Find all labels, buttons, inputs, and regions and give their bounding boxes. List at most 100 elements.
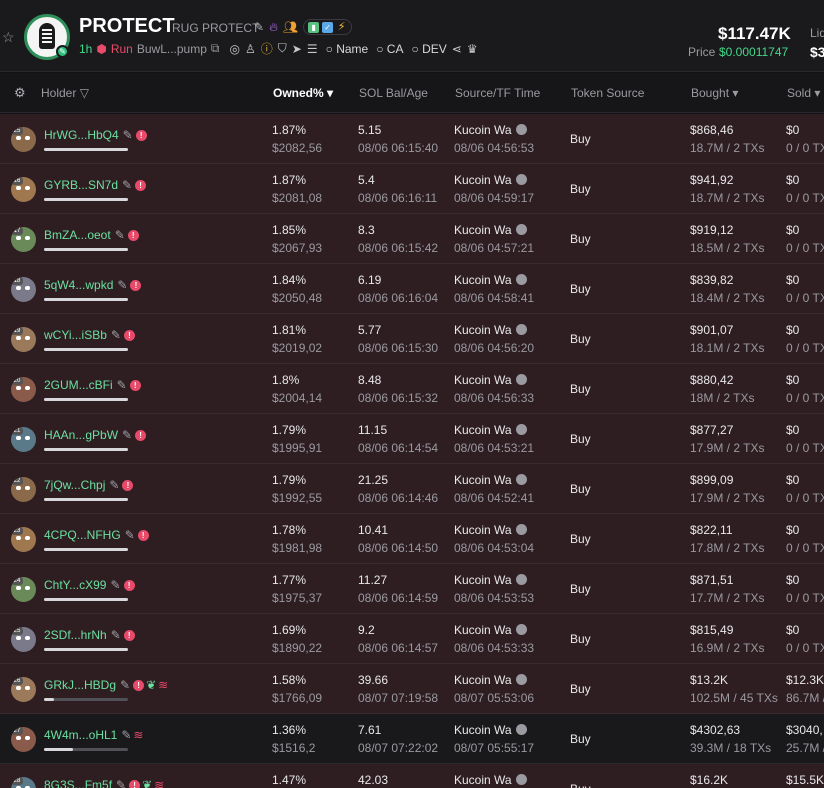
search-ca-link[interactable]: ○ CA [376, 42, 403, 56]
avatar[interactable]: 16 [11, 177, 36, 202]
table-row[interactable]: 23 4CPQ...NFHG ✎! 1.78% $1981,98 10.41 08/06 0… [0, 514, 824, 564]
column-source[interactable]: Source/TF Time [455, 86, 540, 100]
telegram-icon[interactable]: ➤ [292, 42, 302, 56]
source[interactable]: Kucoin Wa [454, 773, 527, 787]
source[interactable]: Kucoin Wa [454, 373, 527, 387]
edit-icon[interactable]: ✎ [109, 478, 119, 492]
edit-icon[interactable]: ✎ [122, 428, 132, 442]
search-name-link[interactable]: ○ Name [326, 42, 369, 56]
search-dev-link[interactable]: ○ DEV [411, 42, 446, 56]
table-row[interactable]: 16 GYRB...SN7d ✎! 1.87% $2081,08 5.4 08/06 06:… [0, 164, 824, 214]
edit-icon[interactable]: ✎ [117, 378, 127, 392]
user-icon[interactable]: ♙ [245, 42, 256, 56]
contract-address[interactable]: BuwL...pump [137, 42, 207, 56]
sliders-icon[interactable]: ⚙ [14, 85, 26, 101]
globe-icon[interactable]: ◎ [229, 42, 239, 56]
avatar[interactable]: 25 [11, 627, 36, 652]
table-row[interactable]: 288G3S...Fm5f✎!❦≋1.47%$1639,842.0308/07 … [0, 764, 824, 788]
edit-icon[interactable]: ✎ [123, 128, 133, 142]
holder-address[interactable]: ChtY...cX99 ✎! [44, 578, 135, 592]
source[interactable]: Kucoin Wa [454, 723, 527, 737]
source[interactable]: Kucoin Wa [454, 523, 527, 537]
holder-address[interactable]: 2SDf...hrNh ✎! [44, 628, 135, 642]
column-sold[interactable]: Sold ▾ [787, 86, 820, 100]
avatar[interactable]: 25 [11, 127, 36, 152]
website-link-icon[interactable]: ▮ [308, 21, 320, 33]
edit-icon[interactable]: ✎ [121, 728, 131, 742]
source[interactable]: Kucoin Wa [454, 573, 527, 587]
avatar[interactable]: 17 [11, 227, 36, 252]
crown-icon[interactable]: ♛ [467, 42, 478, 56]
avatar[interactable]: 21 [11, 427, 36, 452]
edit-icon[interactable]: ✎ [254, 20, 264, 34]
warning-icon[interactable]: ⓘ [261, 40, 273, 57]
table-row[interactable]: 27 4W4m...oHL1 ✎ ≋ 1.36% $1516,2 7.61 08/07 07:… [0, 714, 824, 764]
share-icon[interactable]: ⋖ [452, 42, 462, 56]
table-row[interactable]: 18 5qW4...wpkd ✎! 1.84% $2050,48 6.19 08/06 06… [0, 264, 824, 314]
holder-address-label: GRkJ...HBDg [44, 678, 117, 692]
edit-icon[interactable]: ✎ [116, 778, 126, 788]
column-token-source[interactable]: Token Source [571, 86, 644, 100]
avatar[interactable]: 24 [11, 577, 36, 602]
column-holder[interactable]: Holder ▽ [41, 86, 89, 100]
source[interactable]: Kucoin Wa [454, 323, 527, 337]
lightning-icon[interactable]: ⚡︎ [336, 21, 347, 33]
twitter-link-icon[interactable]: ✓ [322, 21, 334, 33]
table-row[interactable]: 20 2GUM...cBFi ✎! 1.8% $2004,14 8.48 08/06 06:… [0, 364, 824, 414]
avatar[interactable]: 26 [11, 677, 36, 702]
avatar[interactable]: 20 [11, 377, 36, 402]
column-sol-bal[interactable]: SOL Bal/Age [359, 86, 428, 100]
holder-address[interactable]: BmZA...oeot ✎! [44, 228, 139, 242]
holder-address[interactable]: 8G3S...Fm5f ✎! ❦ ≋ [44, 778, 164, 788]
table-row[interactable]: 22 7jQw...Chpj ✎! 1.79% $1992,55 21.25 08/06 0… [0, 464, 824, 514]
source[interactable]: Kucoin Wa [454, 623, 527, 637]
table-row[interactable]: 24 ChtY...cX99 ✎! 1.77% $1975,37 11.27 08/06 0… [0, 564, 824, 614]
sol-age: 08/06 06:15:32 [358, 391, 439, 405]
edit-icon[interactable]: ✎ [122, 178, 132, 192]
edit-icon[interactable]: ✎ [117, 278, 127, 292]
filter-funnel-icon[interactable]: ▽ [80, 86, 89, 100]
holder-address[interactable]: HrWG...HbQ4 ✎! [44, 128, 147, 142]
edit-icon[interactable]: ✎ [110, 578, 120, 592]
holder-address[interactable]: wCYi...iSBb ✎! [44, 328, 135, 342]
source[interactable]: Kucoin Wa [454, 673, 527, 687]
token-header: ☆ ✎ PROTECT RUG PROTECT ✎ 🔥︎ 👥︎ ▮ ✓ ⚡︎ 1… [0, 0, 824, 72]
copy-icon[interactable]: ⧉ [211, 41, 220, 56]
avatar[interactable]: 23 [11, 527, 36, 552]
holder-address[interactable]: 7jQw...Chpj ✎! [44, 478, 134, 492]
avatar[interactable]: 28 [11, 777, 36, 788]
avatar[interactable]: 27 [11, 727, 36, 752]
table-row[interactable]: 26 GRkJ...HBDg ✎! ❦ ≋ 1.58% $1766,09 39.66 08/07… [0, 664, 824, 714]
avatar[interactable]: 18 [11, 277, 36, 302]
holder-address[interactable]: GYRB...SN7d ✎! [44, 178, 147, 192]
source[interactable]: Kucoin Wa [454, 173, 527, 187]
edit-icon[interactable]: ✎ [111, 628, 121, 642]
menu-circle-icon[interactable]: ☰ [307, 42, 318, 56]
source[interactable]: Kucoin Wa [454, 473, 527, 487]
avatar[interactable]: 19 [11, 327, 36, 352]
source[interactable]: Kucoin Wa [454, 123, 527, 137]
shield-icon[interactable]: ⛉ [278, 41, 287, 56]
avatar[interactable]: 22 [11, 477, 36, 502]
holder-address[interactable]: 5qW4...wpkd ✎! [44, 278, 142, 292]
source[interactable]: Kucoin Wa [454, 423, 527, 437]
table-row[interactable]: 25 HrWG...HbQ4 ✎! 1.87% $2082,56 5.15 08/06 06… [0, 114, 824, 164]
holder-address[interactable]: 4CPQ...NFHG ✎! [44, 528, 149, 542]
table-row[interactable]: 21 HAAn...gPbW ✎! 1.79% $1995,91 11.15 08/06 0… [0, 414, 824, 464]
table-row[interactable]: 17 BmZA...oeot ✎! 1.85% $2067,93 8.3 08/06 06:… [0, 214, 824, 264]
edit-icon[interactable]: ✎ [111, 328, 121, 342]
table-row[interactable]: 19 wCYi...iSBb ✎! 1.81% $2019,02 5.77 08/06 06… [0, 314, 824, 364]
source[interactable]: Kucoin Wa [454, 223, 527, 237]
edit-icon[interactable]: ✎ [125, 528, 135, 542]
edit-icon[interactable]: ✎ [115, 228, 125, 242]
edit-icon[interactable]: ✎ [120, 678, 130, 692]
holder-address[interactable]: 2GUM...cBFi ✎! [44, 378, 141, 392]
column-owned[interactable]: Owned% ▾ [273, 86, 333, 100]
table-row[interactable]: 25 2SDf...hrNh ✎! 1.69% $1890,22 9.2 08/06 06:… [0, 614, 824, 664]
holder-address[interactable]: HAAn...gPbW ✎! [44, 428, 147, 442]
column-bought[interactable]: Bought ▾ [691, 86, 738, 100]
source[interactable]: Kucoin Wa [454, 273, 527, 287]
star-icon[interactable]: ☆ [2, 29, 15, 46]
holder-address[interactable]: GRkJ...HBDg ✎! ❦ ≋ [44, 678, 168, 692]
holder-address[interactable]: 4W4m...oHL1 ✎ ≋ [44, 728, 143, 742]
